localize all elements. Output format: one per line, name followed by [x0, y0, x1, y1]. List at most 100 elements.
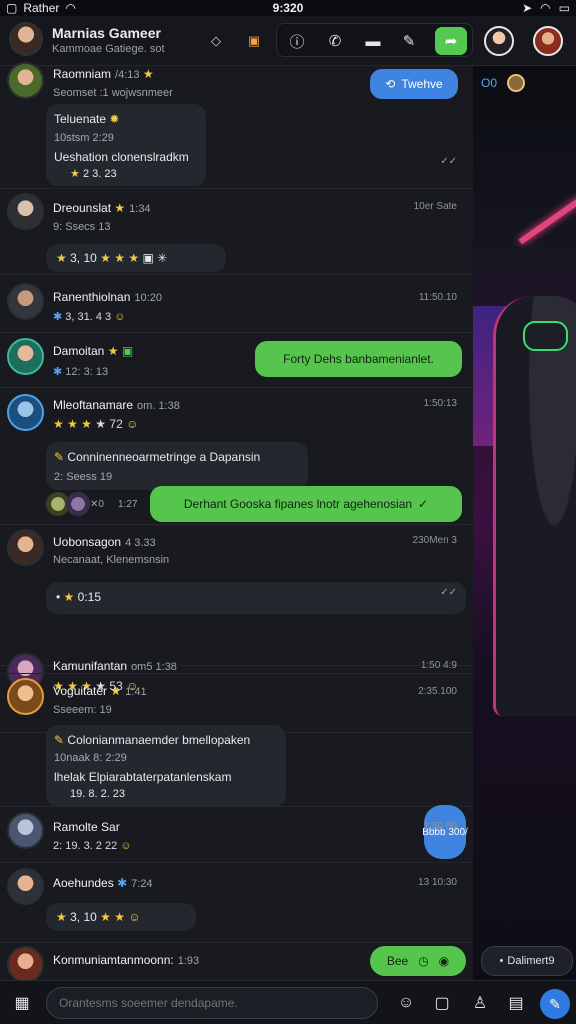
chat-avatar[interactable] [9, 22, 43, 56]
sender-avatar[interactable] [7, 338, 44, 375]
message-input[interactable] [46, 987, 378, 1019]
chat-title[interactable]: Marnias Gameer [52, 25, 161, 41]
info-icon[interactable]: ⓘ [285, 29, 309, 53]
reaction-avatar [66, 492, 90, 516]
message-date: 1:50 4:9 [420, 660, 457, 671]
bubble-line: 10stsm 2:29 [54, 132, 114, 144]
sender-name: Dreounslat ★ 1:34 [53, 201, 151, 215]
outgoing-bubble-blue[interactable]: ⟲ Twehve [370, 69, 458, 99]
folder-icon[interactable]: ▬ [361, 29, 385, 53]
reply-icon: ⟲ [385, 77, 396, 91]
panel-badge[interactable]: • Dalimert9 [481, 946, 573, 976]
sender-avatar[interactable] [7, 62, 44, 99]
message-date: 11:50.10 [418, 292, 457, 303]
headset-visor [523, 321, 568, 351]
phone-icon[interactable]: ✆ [323, 29, 347, 53]
message-meta: 2: 19. 3. 2 22 ☺ [53, 840, 132, 852]
message-list[interactable]: Raomniam/4:13 ★ Seomset :1 wojwsnmeer ⟲ T… [0, 62, 473, 983]
message-bubble[interactable]: ✎ Colonianmanaemder bmellopaken 10naak 8… [46, 725, 286, 807]
panel-header: Ο0 [481, 74, 526, 92]
outgoing-bubble-green[interactable]: Bee ◷ ◉ [370, 946, 466, 976]
bubble-line: 10naak 8: 2:29 [54, 752, 127, 764]
reaction-bubble[interactable]: ★ 3, 10 ★ ★ ★ ▣ ✳ [46, 244, 226, 272]
sender-avatar[interactable] [7, 678, 44, 715]
sender-avatar[interactable] [7, 394, 44, 431]
share-icon: ➦ [444, 33, 458, 50]
mic-button[interactable]: ✎ [540, 989, 570, 1019]
emoji-icon[interactable]: ☺ [394, 991, 418, 1015]
sender-name: Raomniam/4:13 ★ [53, 67, 154, 81]
bubble-line: ✎ Conninenneoarmetringe a Dapansin [54, 450, 261, 464]
message-item[interactable]: Dreounslat ★ 1:34 10er Sate 9: Ssecs 13 ★… [0, 189, 473, 275]
video-icon[interactable]: ▣ [245, 32, 263, 50]
message-meta: Necanaat, Klenemsnsin [53, 554, 170, 566]
message-item[interactable]: Uobonsagon 4 3.33 230Men 3 Necanaat, Klen… [0, 525, 473, 666]
message-item[interactable]: Voguitater ★ 1:41 2:35.100 Sseeem: 19 ✎ C… [0, 673, 473, 859]
message-date: 2:35.100 [418, 686, 457, 697]
message-meta: Sseeem: 19 [53, 704, 112, 716]
message-meta: ✱ 12: 3: 13 [53, 366, 109, 378]
bubble-line: ✎ Colonianmanaemder bmellopaken [54, 733, 251, 747]
sender-name: Aoehundes ✱ 7:24 [53, 876, 153, 890]
message-item[interactable]: Konmuniamtanmoonn: 1:93 Bee ◷ ◉ [0, 943, 473, 983]
message-bubble[interactable]: ✎ Conninenneoarmetringe a Dapansin 2: Se… [46, 442, 308, 490]
bubble-line: 2: Seess 19 [54, 471, 113, 483]
bubble-text: Derhant Gooska fipanes lnotr agehenosian [183, 497, 413, 511]
message-item[interactable]: Aoehundes ✱ 7:24 13 10:30 ★ 3, 10 ★ ★ ☺ [0, 863, 473, 943]
bubble-line: Ueshation clonenslradkm [54, 150, 189, 164]
reactions: ★ ★ ★ ★ 72 ☺ [53, 417, 139, 431]
mic-icon: ✎ [549, 995, 561, 1012]
reaction-avatars[interactable]: ✕0 1:27 [46, 490, 146, 520]
sender-name: Uobonsagon 4 3.33 [53, 535, 156, 549]
user-avatar[interactable] [484, 26, 514, 56]
sender-name: Ramolte Sar [53, 820, 120, 834]
neon-stripe [518, 193, 576, 245]
sender-avatar[interactable] [7, 283, 44, 320]
sender-avatar[interactable] [7, 529, 44, 566]
status-time: 9:320 [272, 1, 304, 15]
diamond-icon[interactable]: ◇ [207, 32, 225, 50]
dot-icon: • [499, 955, 504, 967]
sender-avatar[interactable] [7, 812, 44, 849]
bubble-line: ★ 2 3. 23 [70, 168, 117, 180]
reaction-time: 1:27 [118, 499, 138, 510]
message-item[interactable]: Ramolte Sar 1:50 60 2: 19. 3. 2 22 ☺ [0, 807, 473, 863]
sticker-icon[interactable]: ▢ [430, 991, 454, 1015]
gamer-figure [493, 296, 576, 716]
sender-name: Voguitater ★ 1:41 [53, 684, 147, 698]
badge-text: Dalimert9 [507, 955, 555, 967]
check-icon: ✓ [418, 497, 429, 511]
clock-icon: ◷ [418, 954, 429, 968]
outgoing-bubble-green[interactable]: Derhant Gooska fipanes lnotr agehenosian… [150, 486, 462, 522]
calendar-icon[interactable]: ▤ [504, 991, 528, 1015]
reactions: ★ 3, 10 ★ ★ ★ ▣ ✳ [56, 251, 168, 265]
message-item[interactable]: Raomniam/4:13 ★ Seomset :1 wojwsnmeer ⟲ T… [0, 62, 473, 189]
sender-name: Konmuniamtanmoonn: 1:93 [53, 953, 200, 967]
sender-name: Ranenthiolnan 10:20 [53, 290, 162, 304]
bubble-text: Twehve [401, 77, 443, 91]
message-meta: Seomset :1 wojwsnmeer [53, 87, 173, 99]
sender-name: Mleoftanamare om. 1:38 [53, 398, 180, 412]
reactions: ★ 3, 10 ★ ★ ☺ [56, 910, 141, 924]
reaction-bubble[interactable]: • ★ 0:15 [46, 582, 466, 614]
apps-icon[interactable]: ▦ [10, 991, 34, 1015]
contact-icon[interactable]: ♙ [468, 991, 492, 1015]
message-meta: 9: Ssecs 13 [53, 221, 111, 233]
status-right: ➤ ◠ ▭ [522, 1, 570, 15]
check-circle-icon: ◉ [438, 954, 450, 968]
edit-icon[interactable]: ✎ [397, 29, 421, 53]
chat-subtitle: Kammoae Gatiege. sot [52, 43, 165, 55]
outgoing-bubble-green[interactable]: Forty Dehs banbamenianlet. [255, 341, 462, 377]
share-button[interactable]: ➦ [435, 27, 467, 55]
message-item[interactable]: Damoitan ★ ▣ ✱ 12: 3: 13 Forty Dehs banb… [0, 333, 473, 388]
profile-avatar[interactable] [533, 26, 563, 56]
message-bubble[interactable]: Teluenate ✹ 10stsm 2:29 Ueshation clonen… [46, 104, 206, 186]
sender-avatar[interactable] [7, 868, 44, 905]
mini-avatar[interactable] [507, 74, 526, 92]
reaction-bubble[interactable]: ★ 3, 10 ★ ★ ☺ [46, 903, 196, 931]
sender-name: Damoitan ★ ▣ [53, 344, 134, 358]
sender-avatar[interactable] [7, 946, 44, 983]
message-meta: ✱ 3, 31. 4 3 ☺ [53, 311, 126, 323]
message-item[interactable]: Ranenthiolnan 10:20 11:50.10 ✱ 3, 31. 4 3… [0, 275, 473, 333]
sender-avatar[interactable] [7, 193, 44, 230]
